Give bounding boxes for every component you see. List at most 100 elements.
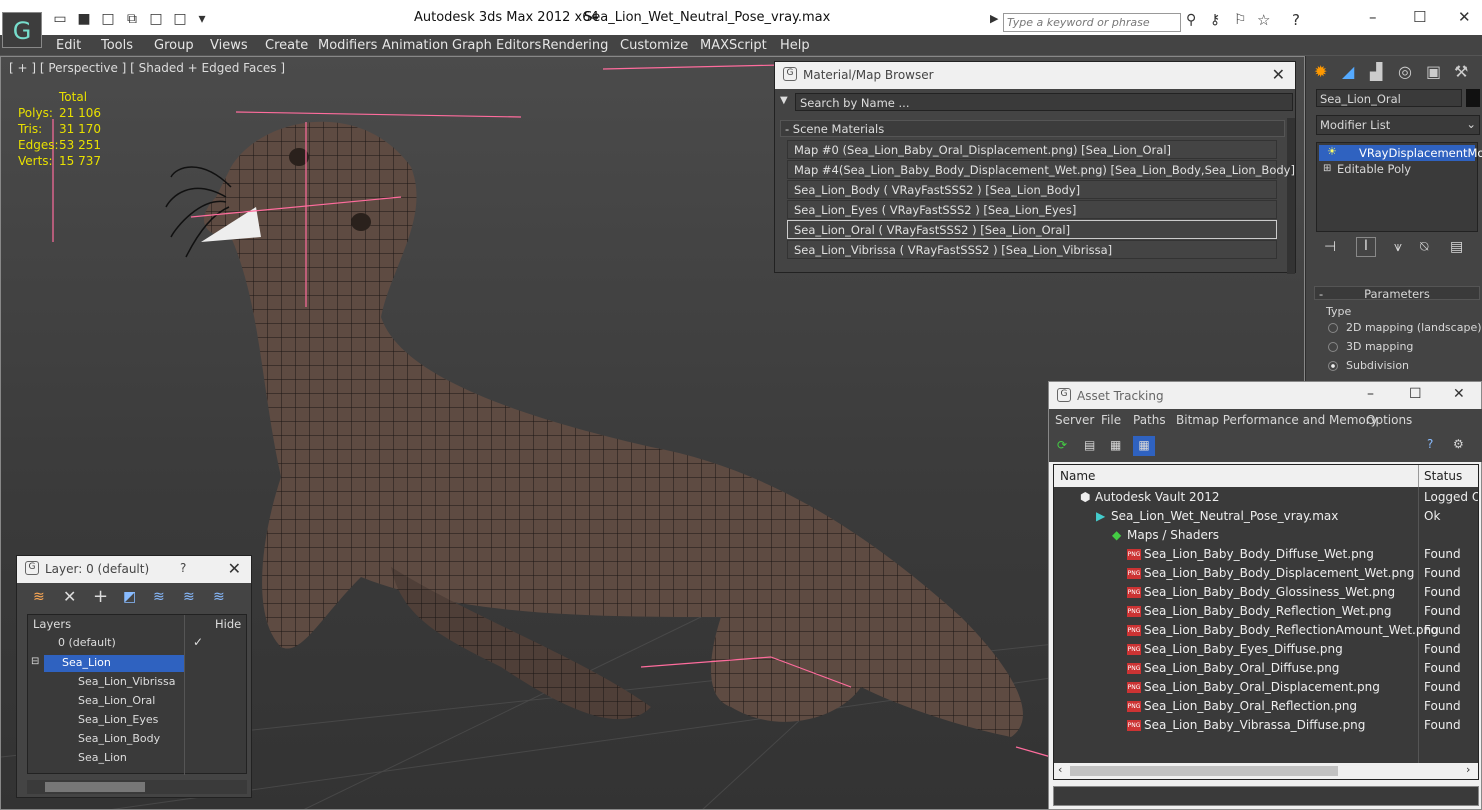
col-name[interactable]: Name	[1060, 469, 1095, 483]
utilities-tab-icon[interactable]: ⚒	[1454, 62, 1468, 81]
png-file-row[interactable]: PNG Sea_Lion_Baby_Oral_Reflection.png	[1127, 699, 1357, 713]
menu-group[interactable]: Group	[154, 38, 194, 53]
help-icon[interactable]: ?	[1292, 11, 1300, 29]
display-tab-icon[interactable]: ▣	[1426, 62, 1441, 81]
option-3d-mapping[interactable]: 3D mapping	[1346, 340, 1413, 353]
pin-stack-icon[interactable]: ⊣	[1324, 239, 1336, 255]
hierarchy-tab-icon[interactable]: ▟	[1370, 62, 1382, 81]
material-item-selected[interactable]: Sea_Lion_Oral ( VRayFastSSS2 ) [Sea_Lion…	[787, 220, 1277, 239]
material-browser-close-button[interactable]: ✕	[1272, 65, 1285, 84]
undo-icon[interactable]: □	[146, 11, 166, 29]
menu-file[interactable]: File	[1101, 413, 1121, 427]
menu-graph-editors[interactable]: Graph Editors	[452, 38, 541, 53]
menu-rendering[interactable]: Rendering	[542, 38, 608, 53]
menu-modifiers[interactable]: Modifiers	[318, 38, 377, 53]
png-file-row[interactable]: PNG Sea_Lion_Baby_Body_Diffuse_Wet.png	[1127, 547, 1374, 561]
quick-access-dropdown-icon[interactable]: ▾	[192, 11, 212, 29]
stack-item-editable-poly[interactable]: Editable Poly	[1337, 162, 1411, 176]
search-by-name-input[interactable]: Search by Name ...	[795, 93, 1293, 111]
new-icon[interactable]: □	[98, 11, 118, 29]
menu-create[interactable]: Create	[265, 38, 308, 53]
layer-titlebar[interactable]: G Layer: 0 (default) ? ✕	[17, 556, 251, 583]
object-row[interactable]: Sea_Lion	[78, 751, 127, 764]
table-view-icon[interactable]: ▦	[1133, 436, 1155, 456]
asset-row-name[interactable]: Maps / Shaders	[1127, 528, 1219, 542]
object-row[interactable]: Sea_Lion_Eyes	[78, 713, 158, 726]
layer-row-default[interactable]: 0 (default)	[58, 636, 116, 649]
asset-row-name[interactable]: Autodesk Vault 2012	[1095, 490, 1220, 504]
help-icon[interactable]: ?	[1427, 437, 1433, 451]
browser-scrollbar[interactable]	[1287, 118, 1295, 274]
menu-customize[interactable]: Customize	[620, 38, 688, 53]
asset-row-name[interactable]: Sea_Lion_Wet_Neutral_Pose_vray.max	[1111, 509, 1338, 523]
active-check-icon[interactable]: ✓	[193, 635, 203, 649]
png-file-row[interactable]: PNG Sea_Lion_Baby_Body_Glossiness_Wet.png	[1127, 585, 1395, 599]
menu-tools[interactable]: Tools	[101, 38, 133, 53]
comm-center-icon[interactable]: ⚐	[1234, 12, 1247, 28]
configure-sets-icon[interactable]: ▤	[1450, 239, 1463, 255]
layer-close-button[interactable]: ✕	[228, 559, 241, 578]
png-file-row[interactable]: PNG Sea_Lion_Baby_Body_Reflection_Wet.png	[1127, 604, 1392, 618]
object-row[interactable]: Sea_Lion_Oral	[78, 694, 155, 707]
collapse-minus-icon[interactable]: ⊟	[31, 656, 39, 667]
stack-item-vraydisplacement[interactable]: VRayDisplacementMod	[1319, 145, 1482, 161]
layer-row-sea-lion[interactable]: Sea_Lion	[62, 656, 111, 669]
modify-tab-icon[interactable]: ◢	[1342, 62, 1354, 81]
option-2d-mapping[interactable]: 2D mapping (landscape)	[1346, 321, 1482, 334]
hold-icon[interactable]: ⧉	[122, 11, 142, 29]
object-row[interactable]: Sea_Lion_Body	[78, 732, 160, 745]
scroll-left-icon[interactable]: ‹	[1058, 763, 1062, 776]
scroll-right-icon[interactable]: ›	[1466, 763, 1470, 776]
material-item[interactable]: Sea_Lion_Eyes ( VRayFastSSS2 ) [Sea_Lion…	[787, 200, 1277, 219]
redo-icon[interactable]: □	[170, 11, 190, 29]
make-unique-icon[interactable]: ⩛	[1394, 239, 1402, 255]
expand-plus-icon[interactable]: ⊞	[1323, 163, 1331, 174]
viewport-label[interactable]: [ + ] [ Perspective ] [ Shaded + Edged F…	[9, 61, 285, 75]
minimize-button[interactable]: –	[1369, 8, 1377, 26]
menu-help[interactable]: Help	[780, 38, 810, 53]
scroll-thumb[interactable]	[45, 782, 145, 792]
favorites-star-icon[interactable]: ☆	[1257, 11, 1270, 29]
delete-layer-icon[interactable]: ✕	[63, 587, 76, 606]
menu-views[interactable]: Views	[210, 38, 248, 53]
minimize-button[interactable]: –	[1367, 386, 1374, 402]
app-logo-icon[interactable]: G	[2, 12, 42, 48]
close-button[interactable]: ✕	[1453, 386, 1465, 402]
material-browser-titlebar[interactable]: G Material/Map Browser ✕	[775, 62, 1295, 89]
menu-options[interactable]: Options	[1366, 413, 1412, 427]
layer-help-button[interactable]: ?	[180, 561, 186, 575]
col-layers[interactable]: Layers	[33, 617, 71, 631]
hide-all-icon[interactable]: ≋	[183, 589, 195, 605]
option-subdivision[interactable]: Subdivision	[1346, 359, 1409, 372]
remove-modifier-icon[interactable]: ⍉	[1420, 239, 1428, 255]
layer-hscrollbar[interactable]	[27, 780, 247, 794]
refresh-icon[interactable]: ⟳	[1057, 438, 1067, 452]
material-item[interactable]: Map #4(Sea_Lion_Baby_Body_Displacement_W…	[787, 160, 1295, 179]
search-input[interactable]: Type a keyword or phrase	[1003, 13, 1181, 32]
menu-paths[interactable]: Paths	[1133, 413, 1166, 427]
motion-tab-icon[interactable]: ◎	[1398, 62, 1412, 81]
asset-hscrollbar[interactable]: ‹ ›	[1054, 763, 1478, 779]
png-file-row[interactable]: PNG Sea_Lion_Baby_Body_Displacement_Wet.p…	[1127, 566, 1414, 580]
radio-3d-mapping[interactable]	[1328, 342, 1338, 352]
menu-server[interactable]: Server	[1055, 413, 1094, 427]
png-file-row[interactable]: PNG Sea_Lion_Baby_Body_ReflectionAmount_W…	[1127, 623, 1439, 637]
browser-options-icon[interactable]: ▼	[780, 95, 788, 106]
save-icon[interactable]: ■	[74, 11, 94, 29]
close-button[interactable]: ✕	[1458, 8, 1471, 26]
create-tab-icon[interactable]: ✹	[1314, 62, 1327, 81]
expand-search-icon[interactable]: ▶	[990, 12, 998, 25]
maximize-button[interactable]: ☐	[1413, 8, 1426, 26]
binoculars-icon[interactable]: ⚲	[1186, 12, 1196, 28]
parameters-rollout[interactable]: - Parameters	[1314, 286, 1480, 301]
material-item[interactable]: Map #0 (Sea_Lion_Baby_Oral_Displacement.…	[787, 140, 1277, 159]
freeze-all-icon[interactable]: ≋	[213, 589, 225, 605]
menu-animation[interactable]: Animation	[382, 38, 448, 53]
scene-materials-header[interactable]: - Scene Materials	[780, 120, 1285, 137]
open-icon[interactable]: ▭	[50, 11, 70, 29]
tree-view-icon[interactable]: ▦	[1110, 438, 1121, 452]
material-item[interactable]: Sea_Lion_Body ( VRayFastSSS2 ) [Sea_Lion…	[787, 180, 1277, 199]
settings-icon[interactable]: ⚙	[1453, 437, 1464, 451]
object-name-field[interactable]: Sea_Lion_Oral	[1316, 89, 1462, 107]
png-file-row[interactable]: PNG Sea_Lion_Baby_Eyes_Diffuse.png	[1127, 642, 1343, 656]
